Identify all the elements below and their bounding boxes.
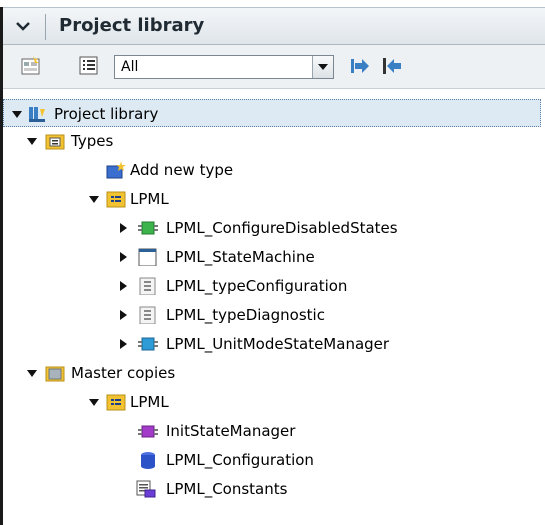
expand-toggle-icon[interactable]: [120, 310, 127, 320]
import-button[interactable]: [381, 55, 403, 77]
project-library-panel: Project library All Project library Type…: [3, 7, 545, 525]
tree-node-label: LPML_Constants: [166, 480, 288, 498]
library-icon: [29, 107, 45, 122]
tag-table-icon: [136, 480, 156, 498]
tree-node-label: LPML_ConfigureDisabledStates: [166, 219, 398, 237]
panel-header: Project library: [3, 7, 545, 45]
export-button[interactable]: [349, 55, 371, 77]
function-block-blue-icon: [138, 337, 158, 351]
library-tree: Project library Types Add new type LPML …: [3, 89, 545, 525]
expand-toggle-icon[interactable]: [89, 399, 99, 406]
expand-toggle-icon[interactable]: [120, 281, 127, 291]
expand-toggle-icon[interactable]: [120, 223, 127, 233]
arrow-right-export-icon: [351, 59, 369, 73]
top-strip: [0, 0, 545, 7]
filter-selected-value: All: [121, 59, 139, 75]
data-type-icon: [138, 248, 157, 266]
tree-node-label: LPML: [130, 393, 169, 411]
function-block-purple-icon: [138, 425, 158, 438]
tree-node-label: Add new type: [130, 161, 234, 179]
library-toolbar: All: [3, 45, 545, 89]
tree-node-label: InitStateManager: [166, 422, 296, 440]
header-divider: [45, 14, 46, 40]
expand-toggle-icon[interactable]: [89, 196, 99, 203]
tree-node-label: LPML_StateMachine: [166, 248, 315, 266]
dropdown-arrow-icon[interactable]: [312, 56, 333, 78]
tree-node-label: Master copies: [71, 364, 176, 382]
tree-node-label: Types: [71, 132, 114, 150]
arrow-into-bar-icon: [383, 58, 401, 74]
tree-node-label: LPML_UnitModeStateManager: [166, 335, 390, 353]
folder-icon: [106, 394, 126, 411]
library-view-icon: [21, 56, 40, 75]
plc-data-type-icon: [139, 277, 156, 295]
tree-node-label: LPML_typeConfiguration: [166, 277, 348, 295]
tree-node-project-library[interactable]: Project library: [3, 99, 541, 127]
expand-toggle-icon[interactable]: [12, 111, 22, 118]
tree-node-label: Project library: [54, 105, 159, 123]
list-view-icon: [79, 56, 98, 75]
folder-icon: [106, 191, 126, 208]
tree-node-label: LPML: [130, 190, 169, 208]
details-view-button[interactable]: [78, 55, 100, 77]
tree-node-label: LPML_Configuration: [166, 451, 314, 469]
panel-title: Project library: [59, 15, 205, 36]
collapse-panel-button[interactable]: [3, 8, 43, 44]
chevron-down-icon: [16, 22, 30, 31]
plc-data-type-icon: [139, 306, 156, 324]
expand-toggle-icon[interactable]: [120, 339, 127, 349]
types-folder-icon: [45, 134, 65, 150]
tree-node-label: LPML_typeDiagnostic: [166, 306, 325, 324]
function-block-green-icon: [138, 221, 158, 235]
master-copies-folder-icon: [45, 366, 65, 382]
database-icon: [141, 452, 155, 469]
expand-toggle-icon[interactable]: [27, 138, 37, 145]
add-new-type-icon: [106, 161, 126, 179]
expand-toggle-icon[interactable]: [27, 370, 37, 377]
type-filter-select[interactable]: All: [114, 55, 334, 79]
expand-toggle-icon[interactable]: [120, 252, 127, 262]
library-view-button[interactable]: [20, 55, 42, 77]
